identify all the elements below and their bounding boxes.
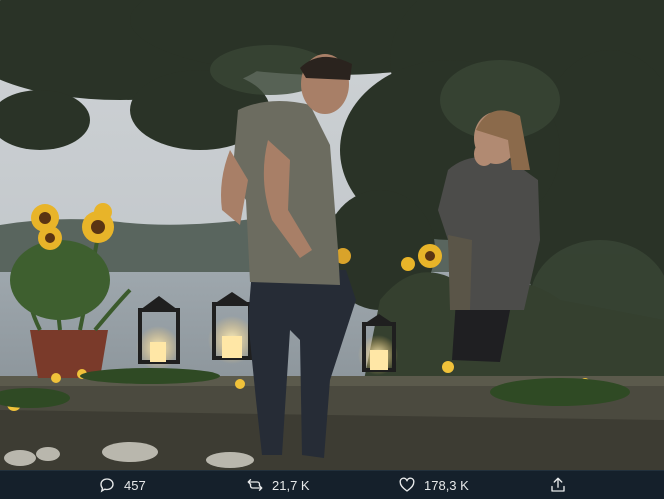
share-button[interactable] xyxy=(549,471,567,499)
tweet-action-bar: 457 21,7 K 178,3 K xyxy=(0,470,664,498)
share-icon xyxy=(551,477,565,492)
like-count: 178,3 K xyxy=(424,477,469,493)
retweet-count: 21,7 K xyxy=(272,477,310,493)
retweet-icon xyxy=(247,479,263,491)
reply-button[interactable]: 457 xyxy=(98,471,146,499)
like-button[interactable]: 178,3 K xyxy=(398,471,469,499)
reply-icon xyxy=(100,478,114,493)
heart-icon xyxy=(399,477,415,492)
tweet-photo[interactable] xyxy=(0,0,664,470)
proposal-scene-image xyxy=(0,0,664,470)
reply-count: 457 xyxy=(124,477,146,493)
retweet-button[interactable]: 21,7 K xyxy=(246,471,310,499)
lantern-right xyxy=(358,314,398,375)
